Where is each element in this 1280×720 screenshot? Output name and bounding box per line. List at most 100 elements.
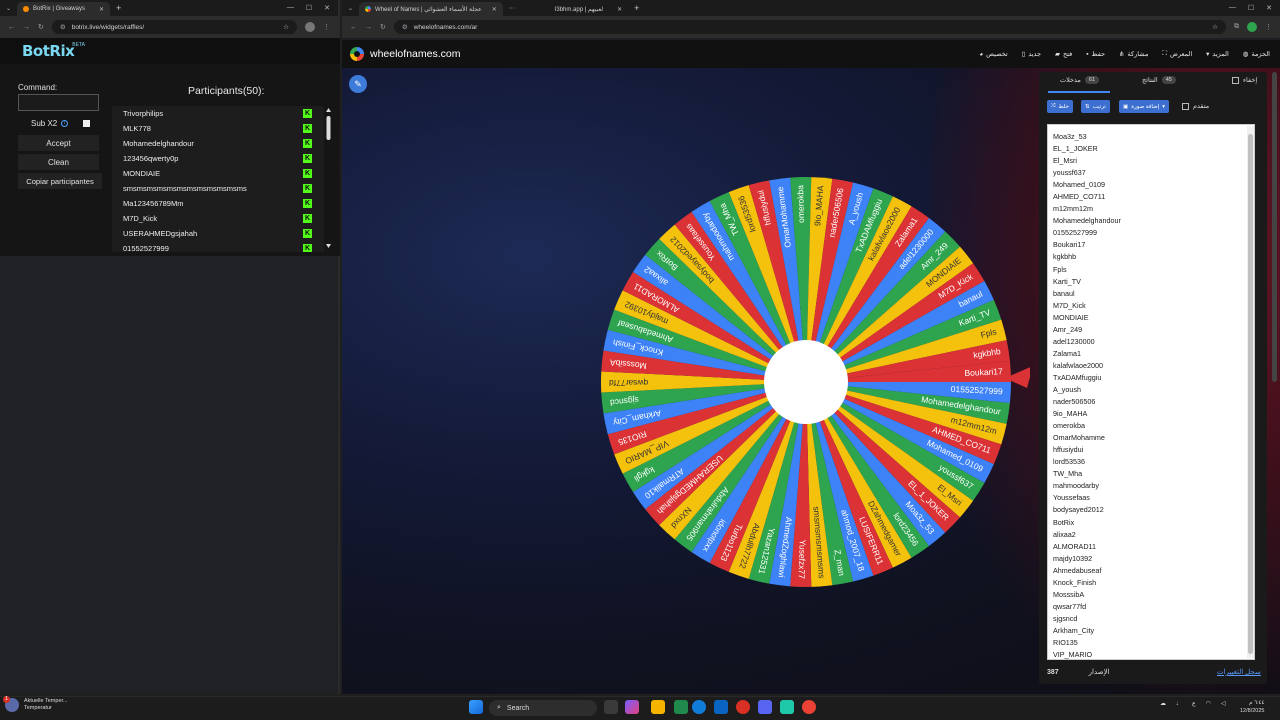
clean-button[interactable]: Clean (18, 154, 99, 170)
shuffle-button[interactable]: ⤮ خلط (1047, 100, 1073, 113)
wifi-icon[interactable]: ◠ (1206, 700, 1211, 707)
advanced-label: متقدم (1193, 103, 1210, 110)
weather-widget[interactable]: 1 Aktuelle Temper... Temperatur (3, 696, 68, 712)
participant-name: Trivorphilips (123, 109, 164, 118)
back-icon[interactable]: ← (8, 24, 15, 31)
entries-textarea[interactable]: Moa3z_53 EL_1_JOKER El_Msri youssf637 Mohame… (1047, 124, 1255, 660)
app-icon[interactable] (674, 700, 688, 714)
advanced-toggle[interactable]: متقدم (1182, 102, 1209, 110)
advanced-checkbox[interactable] (1182, 102, 1189, 110)
tab-botrix[interactable]: BotRix | Giveaways ✕ (17, 2, 110, 16)
bookmark-star-icon[interactable]: ☆ (283, 23, 289, 31)
profile-avatar[interactable] (1247, 22, 1257, 32)
copy-participants-button[interactable]: Copiar participantes (18, 173, 102, 189)
forward-icon[interactable]: → (365, 24, 372, 31)
mic-icon[interactable]: ♩ (1176, 701, 1182, 707)
tab-i3bhm[interactable]: I3bhm.app | لعبيهم ✕ (549, 2, 628, 16)
menu-dots-icon[interactable]: ⋮ (323, 23, 330, 31)
entry-line: lord53536 (1053, 457, 1085, 467)
edit-pencil-icon[interactable]: ✎ (349, 75, 367, 93)
entries-scrollbar-thumb[interactable] (1248, 134, 1253, 654)
start-windows-icon[interactable] (469, 700, 483, 714)
new-tab-icon[interactable]: + (634, 3, 639, 13)
accept-button[interactable]: Accept (18, 135, 99, 151)
tab-search-chevron-icon[interactable]: ⌄ (0, 5, 17, 12)
entry-line: alixaa2 (1053, 529, 1076, 539)
botrix-logo: BotRix (22, 42, 75, 60)
menu-gallery[interactable]: ⛶ المعرض (1162, 50, 1192, 58)
close-window-icon[interactable]: ✕ (324, 4, 330, 12)
tab-wheel-of-names[interactable]: Wheel of Names | عجلة الأسماء العشوائي ✕ (359, 2, 503, 16)
sub-x2-checkbox[interactable] (83, 120, 90, 127)
close-tab-icon[interactable]: ✕ (617, 6, 622, 13)
app-icon-2[interactable] (780, 700, 794, 714)
chrome-icon[interactable] (736, 700, 750, 714)
new-tab-icon[interactable]: + (116, 3, 121, 13)
shuffle-icon: ⤮ (1051, 103, 1056, 109)
changelog-link[interactable]: سجل التغييرات (1217, 668, 1261, 676)
tab-entries[interactable]: مدخلات 61 (1060, 76, 1100, 84)
mail-icon[interactable] (714, 700, 728, 714)
info-icon[interactable]: i (61, 120, 69, 127)
chrome-icon-2[interactable] (802, 700, 816, 714)
tab-group-dots-icon[interactable]: ⋯ (509, 5, 515, 12)
keyboard-language-icon[interactable]: ع (1192, 700, 1196, 707)
wheel-center-hub[interactable] (764, 340, 848, 424)
clock[interactable]: ٦:٤٤ م 12/8/2025 (1240, 699, 1264, 715)
menu-save[interactable]: ▪ حفظ (1086, 50, 1105, 59)
task-view-icon[interactable] (604, 700, 618, 714)
url-field[interactable]: ⚙ botrix.live/widgets/raffles/ ☆ (51, 20, 297, 34)
edge-icon[interactable] (692, 700, 706, 714)
hide-checkbox[interactable] (1232, 76, 1239, 84)
menu-language[interactable]: ◍ الحزمة (1243, 50, 1270, 58)
speaker-icon[interactable]: ◁ (1221, 700, 1226, 707)
taskbar-search[interactable]: ⌕ Search (489, 700, 597, 716)
page-scrollbar[interactable] (1272, 72, 1277, 382)
close-window-icon[interactable]: ✕ (1266, 4, 1272, 12)
close-tab-icon[interactable]: ✕ (99, 6, 104, 13)
forward-icon[interactable]: → (23, 24, 30, 31)
minimize-icon[interactable]: — (1229, 4, 1236, 12)
menu-customize[interactable]: ◕ تخصيص (979, 50, 1008, 59)
reload-icon[interactable]: ↻ (38, 23, 44, 31)
site-info-icon[interactable]: ⚙ (402, 23, 408, 31)
entry-line: Amr_249 (1053, 324, 1083, 334)
command-input[interactable] (18, 94, 99, 111)
bookmark-star-icon[interactable]: ☆ (1212, 23, 1218, 31)
menu-new[interactable]: ▯ جديد (1022, 50, 1041, 58)
menu-more[interactable]: ▾ المزيد (1206, 50, 1229, 58)
kick-icon: K (303, 154, 312, 163)
maximize-icon[interactable]: ☐ (1248, 4, 1254, 12)
participants-scrollbar[interactable] (325, 106, 332, 252)
top-menu: ◕ تخصيص ▯ جديد ▰ فتح ▪ حفظ ⋔ مشاركة ⛶ المعرض ▾… (979, 50, 1280, 58)
results-tab-label: النتائج (1142, 77, 1158, 84)
site-info-icon[interactable]: ⚙ (60, 23, 66, 31)
tab-results[interactable]: النتائج 45 (1142, 76, 1176, 84)
menu-open[interactable]: ▰ فتح (1055, 50, 1072, 58)
wheel-of-names[interactable]: Boukari1701552527999Mohamedelghandourm12… (590, 170, 1030, 594)
extensions-icon[interactable]: ⧉ (1234, 23, 1239, 31)
discord-icon[interactable] (758, 700, 772, 714)
close-tab-icon[interactable]: ✕ (492, 6, 497, 13)
tab-search-chevron-icon[interactable]: ⌄ (342, 5, 359, 12)
back-icon[interactable]: ← (350, 24, 357, 31)
file-explorer-icon[interactable] (651, 700, 665, 714)
participant-name: MONDIAIE (123, 169, 161, 178)
sub-x2-row: Sub X2 i (31, 119, 69, 128)
site-logo[interactable]: wheelofnames.com (350, 47, 460, 61)
reload-icon[interactable]: ↻ (380, 23, 386, 31)
copilot-icon[interactable] (625, 700, 639, 714)
cloud-icon[interactable]: ☁ (1160, 700, 1166, 707)
minimize-icon[interactable]: — (287, 4, 294, 12)
add-image-button[interactable]: ▣ إضافة صورة ▾ (1119, 100, 1169, 113)
sort-button[interactable]: ⇅ ترتيب (1081, 100, 1110, 113)
address-bar: ← → ↻ ⚙ wheelofnames.com/ar ☆ ⧉ ⋮ (342, 16, 1280, 38)
url-field[interactable]: ⚙ wheelofnames.com/ar ☆ (393, 20, 1226, 34)
botrix-header: BotRix BETA (0, 38, 340, 64)
menu-share[interactable]: ⋔ مشاركة (1119, 50, 1148, 58)
menu-dots-icon[interactable]: ⋮ (1265, 23, 1272, 31)
hide-panel-toggle[interactable]: إخفاء (1232, 76, 1257, 84)
wheel-segment-label: Boukari17 (964, 366, 1003, 378)
maximize-icon[interactable]: ☐ (306, 4, 312, 12)
profile-avatar[interactable] (305, 22, 315, 32)
